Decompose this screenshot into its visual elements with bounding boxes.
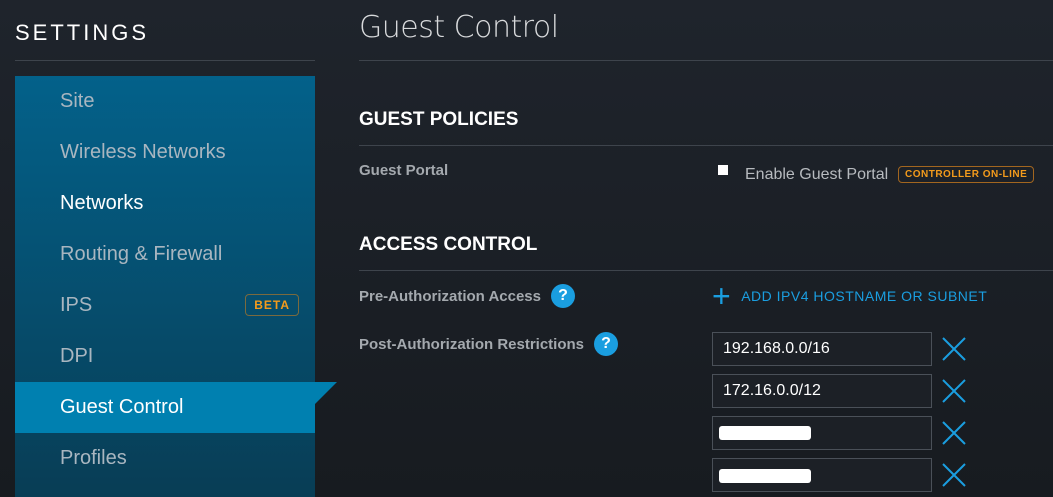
restriction-input[interactable] bbox=[712, 332, 932, 366]
guest-policies-heading: GUEST POLICIES bbox=[359, 109, 519, 130]
help-icon[interactable]: ? bbox=[551, 284, 575, 308]
settings-sidebar: Site Wireless Networks Networks Routing … bbox=[15, 76, 337, 497]
sidebar-item-label: Profiles bbox=[60, 447, 127, 469]
sidebar-item-networks[interactable]: Networks bbox=[15, 178, 315, 229]
sidebar-item-label: Wireless Networks bbox=[60, 141, 226, 163]
add-ipv4-button[interactable]: + ADD IPV4 HOSTNAME OR SUBNET bbox=[712, 278, 988, 314]
guest-portal-label: Guest Portal bbox=[359, 162, 449, 179]
sidebar-item-label: Site bbox=[60, 90, 95, 112]
remove-icon[interactable] bbox=[941, 378, 967, 404]
post-authorization-label: Post-Authorization Restrictions? bbox=[359, 332, 619, 356]
page-title: Guest Control bbox=[359, 10, 559, 45]
post-authorization-text: Post-Authorization Restrictions bbox=[359, 335, 585, 353]
divider bbox=[15, 60, 315, 61]
sidebar-item-routing-firewall[interactable]: Routing & Firewall bbox=[15, 229, 315, 280]
sidebar-item-wireless-networks[interactable]: Wireless Networks bbox=[15, 127, 315, 178]
sidebar-item-label: Networks bbox=[60, 192, 144, 214]
divider bbox=[359, 60, 1053, 61]
beta-badge: BETA bbox=[245, 294, 299, 316]
sidebar-item-profiles[interactable]: Profiles bbox=[15, 433, 315, 484]
sidebar-item-ips[interactable]: IPS BETA bbox=[15, 280, 315, 331]
remove-icon[interactable] bbox=[941, 462, 967, 488]
plus-icon: + bbox=[712, 278, 732, 314]
sidebar-item-label: Routing & Firewall bbox=[60, 243, 223, 265]
enable-guest-portal-label[interactable]: Enable Guest Portal bbox=[745, 166, 888, 184]
divider bbox=[359, 145, 1053, 146]
pre-authorization-text: Pre-Authorization Access bbox=[359, 287, 541, 305]
controller-online-badge: CONTROLLER ON-LINE bbox=[898, 166, 1035, 183]
restriction-input[interactable] bbox=[712, 416, 932, 450]
remove-icon[interactable] bbox=[941, 420, 967, 446]
add-ipv4-label: ADD IPV4 HOSTNAME OR SUBNET bbox=[741, 288, 988, 304]
sidebar-item-site[interactable]: Site bbox=[15, 76, 315, 127]
divider bbox=[359, 270, 1053, 271]
sidebar-item-dpi[interactable]: DPI bbox=[15, 331, 315, 382]
sidebar-item-label: DPI bbox=[60, 345, 94, 367]
settings-title: SETTINGS bbox=[15, 20, 150, 45]
help-icon[interactable]: ? bbox=[594, 332, 619, 356]
sidebar-item-label: Guest Control bbox=[60, 396, 184, 418]
pre-authorization-label: Pre-Authorization Access? bbox=[359, 284, 575, 308]
redacted-value bbox=[719, 426, 811, 440]
enable-guest-portal-checkbox[interactable] bbox=[718, 165, 728, 175]
restriction-input[interactable] bbox=[712, 458, 932, 492]
sidebar-item-label: IPS bbox=[60, 294, 93, 316]
access-control-heading: ACCESS CONTROL bbox=[359, 234, 538, 255]
restriction-input[interactable] bbox=[712, 374, 932, 408]
sidebar-item-guest-control[interactable]: Guest Control bbox=[15, 382, 337, 433]
remove-icon[interactable] bbox=[941, 336, 967, 362]
redacted-value bbox=[719, 469, 811, 483]
